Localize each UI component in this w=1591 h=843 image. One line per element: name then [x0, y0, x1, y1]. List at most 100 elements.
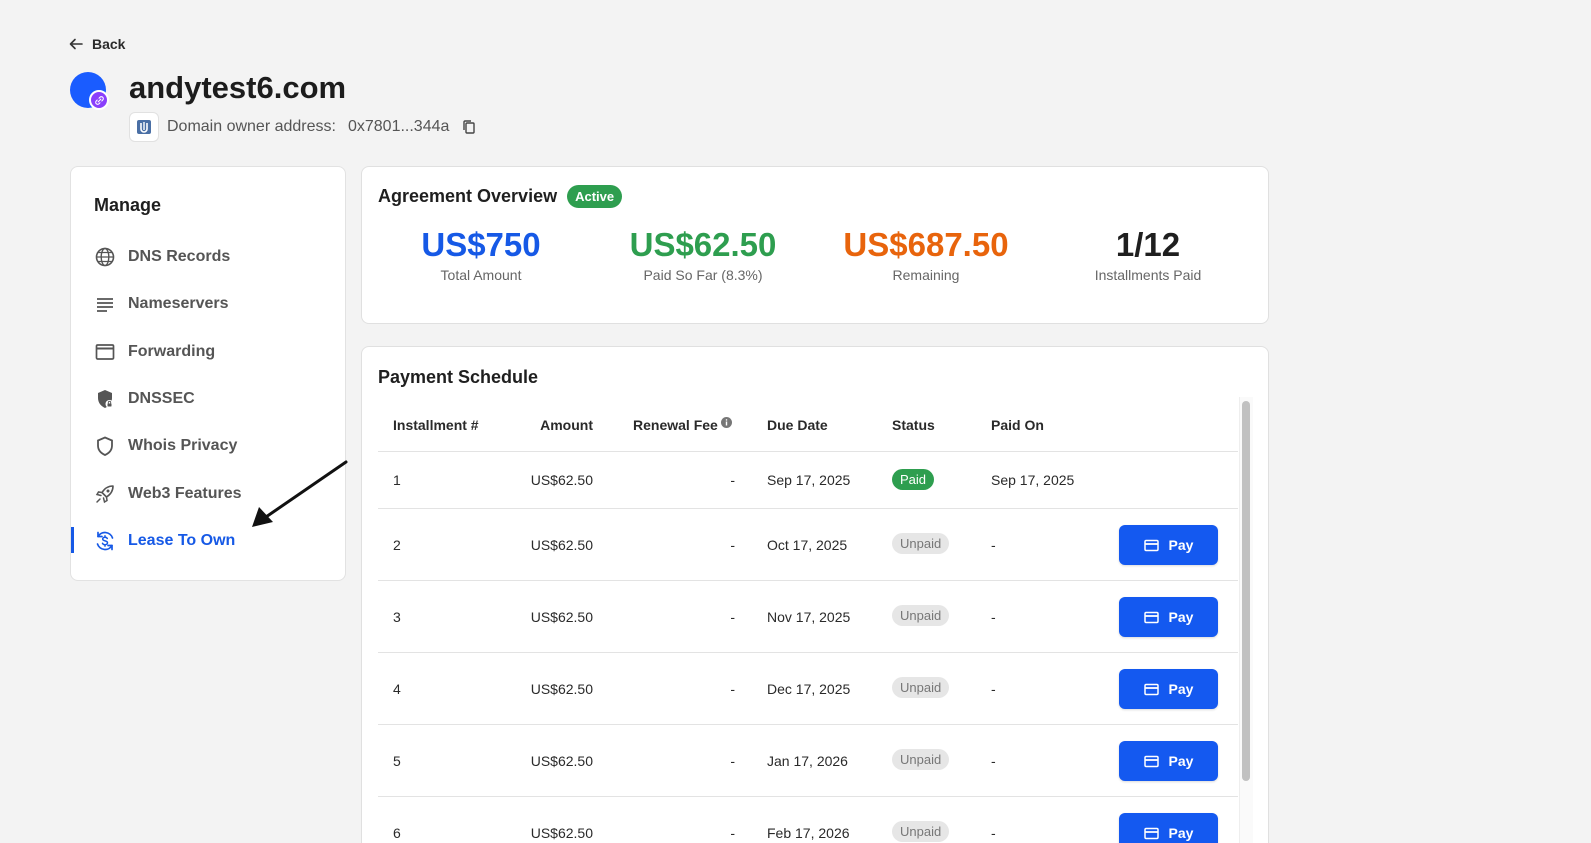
overview-title: Agreement Overview — [378, 186, 558, 206]
credit-card-icon — [1143, 827, 1159, 839]
cell-amount: US$62.50 — [530, 472, 593, 488]
rocket-icon — [95, 485, 114, 504]
stat-remaining: US$687.50 Remaining — [816, 225, 1036, 283]
cell-due-date: Dec 17, 2025 — [767, 681, 851, 697]
cell-amount: US$62.50 — [530, 537, 593, 553]
cell-paid-on: - — [991, 681, 996, 697]
scrollbar-thumb[interactable] — [1242, 401, 1250, 781]
stat-label: Total Amount — [440, 267, 522, 283]
back-link[interactable]: Back — [68, 36, 125, 52]
stat-value: 1/12 — [1115, 226, 1181, 263]
status-badge: Unpaid — [892, 605, 950, 626]
credit-card-icon — [1143, 611, 1159, 623]
annotation-arrow-icon — [252, 460, 348, 527]
cell-due-date: Nov 17, 2025 — [767, 609, 851, 625]
pay-button-label: Pay — [1168, 537, 1194, 553]
pay-button-label: Pay — [1168, 609, 1194, 625]
pay-button[interactable]: Pay — [1119, 813, 1218, 843]
cell-amount: US$62.50 — [530, 825, 593, 841]
copy-icon[interactable] — [461, 119, 477, 135]
cell-installment: 4 — [393, 681, 401, 697]
col-renewal-fee-label: Renewal Fee — [633, 417, 718, 433]
cell-renewal-fee: - — [730, 472, 735, 488]
sidebar-item-label: Nameservers — [128, 295, 229, 312]
stat-total-amount: US$750 Total Amount — [371, 225, 591, 283]
table-row: 1 US$62.50 - Sep 17, 2025 Paid Sep 17, 2… — [378, 452, 1238, 509]
stat-value: US$687.50 — [843, 226, 1009, 263]
owner-address: 0x7801...344a — [347, 118, 450, 135]
shield-lock-icon — [98, 390, 114, 408]
sidebar-item-dns-records[interactable]: DNS Records — [94, 246, 230, 268]
sidebar-item-whois-privacy[interactable]: Whois Privacy — [94, 435, 237, 457]
info-icon[interactable] — [720, 417, 732, 428]
col-amount: Amount — [540, 417, 593, 433]
status-badge: Unpaid — [892, 749, 950, 770]
pay-button[interactable]: Pay — [1119, 669, 1218, 709]
stat-installments-paid: 1/12 Installments Paid — [1038, 225, 1258, 283]
shield-icon — [97, 436, 113, 456]
cell-installment: 1 — [393, 472, 401, 488]
cell-due-date: Oct 17, 2025 — [767, 537, 848, 553]
cell-paid-on: - — [991, 753, 996, 769]
dollar-cycle-icon — [96, 531, 114, 551]
sidebar-item-lease-to-own[interactable]: Lease To Own — [94, 530, 235, 552]
cell-paid-on: - — [991, 609, 996, 625]
cell-renewal-fee: - — [730, 753, 735, 769]
pay-button[interactable]: Pay — [1119, 597, 1218, 637]
credit-card-icon — [1143, 755, 1159, 767]
page-title: andytest6.com — [129, 70, 347, 105]
credit-card-icon — [1143, 683, 1159, 695]
col-due-date: Due Date — [767, 417, 828, 433]
cell-renewal-fee: - — [730, 681, 735, 697]
schedule-title: Payment Schedule — [378, 367, 539, 387]
table-row: 4 US$62.50 - Dec 17, 2025 Unpaid - Pay — [378, 653, 1238, 725]
table-row: 3 US$62.50 - Nov 17, 2025 Unpaid - Pay — [378, 581, 1238, 653]
sidebar-item-nameservers[interactable]: Nameservers — [94, 293, 229, 315]
sidebar-item-label: Forwarding — [128, 343, 216, 360]
col-renewal-fee: Renewal Fee — [633, 417, 732, 433]
cell-installment: 3 — [393, 609, 401, 625]
cell-paid-on: - — [991, 825, 996, 841]
sidebar-title: Manage — [94, 195, 162, 215]
pay-button-label: Pay — [1168, 825, 1194, 841]
col-installment: Installment # — [393, 417, 479, 433]
status-badge: Unpaid — [892, 533, 950, 554]
arrow-left-icon — [69, 38, 83, 50]
agreement-overview-card: Agreement Overview Active US$750 Total A… — [361, 166, 1269, 324]
table-row: 6 US$62.50 - Feb 17, 2026 Unpaid - Pay — [378, 797, 1238, 843]
sidebar-item-label: DNS Records — [128, 248, 231, 265]
col-status: Status — [892, 417, 935, 433]
cell-amount: US$62.50 — [530, 609, 593, 625]
sidebar-item-web3-features[interactable]: Web3 Features — [94, 483, 242, 505]
payment-schedule-card: Payment Schedule Installment # Amount Re… — [361, 346, 1269, 843]
back-label: Back — [92, 36, 126, 52]
cell-installment: 5 — [393, 753, 401, 769]
globe-icon — [95, 247, 115, 267]
table-header: Installment # Amount Renewal Fee Due Dat… — [378, 397, 1238, 452]
sidebar-item-label: Whois Privacy — [128, 437, 238, 454]
stat-value: US$750 — [421, 226, 541, 263]
credit-card-icon — [1143, 539, 1159, 551]
cell-renewal-fee: - — [730, 825, 735, 841]
schedule-table: Installment # Amount Renewal Fee Due Dat… — [378, 397, 1238, 843]
pay-button[interactable]: Pay — [1119, 525, 1218, 565]
table-row: 5 US$62.50 - Jan 17, 2026 Unpaid - Pay — [378, 725, 1238, 797]
owner-address-row: Domain owner address: 0x7801...344a — [129, 112, 477, 142]
stat-label: Paid So Far (8.3%) — [643, 267, 763, 283]
status-badge: Active — [567, 185, 623, 208]
owner-label: Domain owner address: — [167, 118, 336, 135]
pay-button-label: Pay — [1168, 753, 1194, 769]
cell-paid-on: Sep 17, 2025 — [991, 472, 1075, 488]
cell-installment: 6 — [393, 825, 401, 841]
sidebar-item-dnssec[interactable]: DNSSEC — [94, 388, 195, 410]
sidebar-item-forwarding[interactable]: Forwarding — [94, 341, 215, 363]
col-paid-on: Paid On — [991, 417, 1044, 433]
active-indicator — [71, 527, 74, 553]
status-badge: Paid — [892, 469, 935, 490]
overview-header: Agreement Overview Active — [378, 185, 623, 208]
list-icon — [97, 298, 113, 312]
pay-button[interactable]: Pay — [1119, 741, 1218, 781]
status-badge: Unpaid — [892, 821, 950, 842]
cell-paid-on: - — [991, 537, 996, 553]
sidebar-item-label: Lease To Own — [128, 532, 236, 549]
